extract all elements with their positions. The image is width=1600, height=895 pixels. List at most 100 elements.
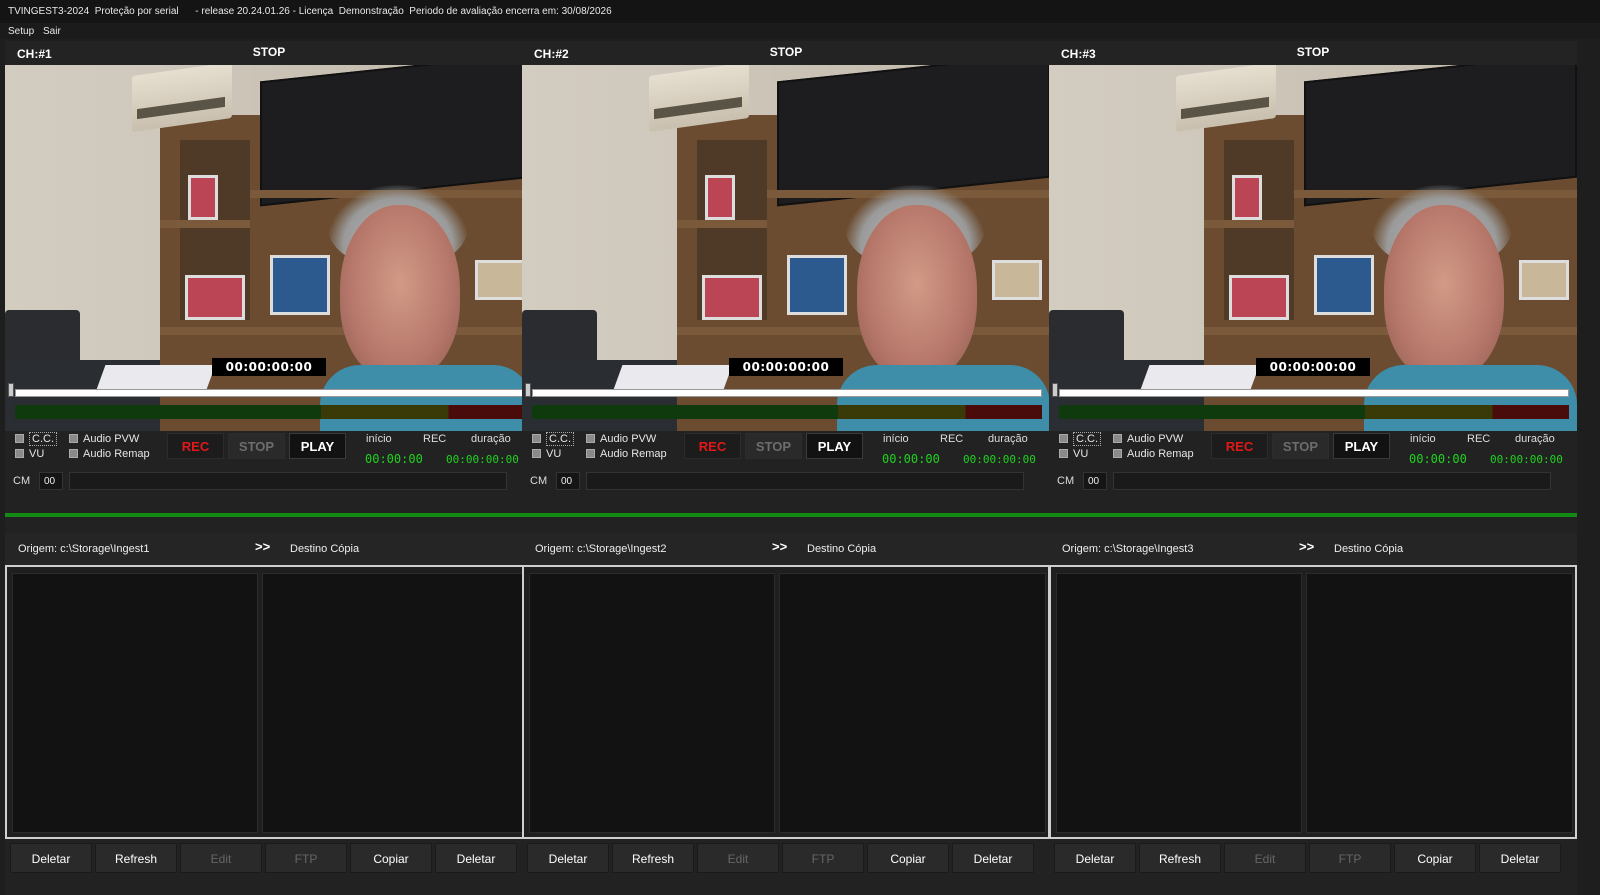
cm-input[interactable]: 00 xyxy=(1083,472,1107,490)
play-button[interactable]: PLAY xyxy=(806,433,863,459)
channel-panel-3: CH:#3 STOP 00:00:00:00 C.C. VU Audio PVW… xyxy=(1049,41,1577,895)
audio-remap-checkbox[interactable]: Audio Remap xyxy=(586,448,667,460)
rec-time-label: REC xyxy=(1467,433,1491,445)
rec-button[interactable]: REC xyxy=(1211,433,1268,459)
origin-file-list[interactable] xyxy=(529,573,775,833)
vu-label: VU xyxy=(29,448,45,460)
ftp-button[interactable]: FTP xyxy=(782,843,864,873)
vu-checkbox[interactable]: VU xyxy=(1059,448,1088,460)
seek-bar[interactable] xyxy=(15,389,525,397)
audio-remap-label: Audio Remap xyxy=(600,448,667,460)
destination-file-list[interactable] xyxy=(1306,573,1573,833)
origin-row: Origem: c:\Storage\Ingest1 >> Destino Có… xyxy=(5,533,533,565)
refresh-button[interactable]: Refresh xyxy=(612,843,694,873)
cc-label: C.C. xyxy=(546,432,574,446)
destination-file-list[interactable] xyxy=(262,573,529,833)
cc-checkbox[interactable]: C.C. xyxy=(1059,432,1101,446)
vu-checkbox[interactable]: VU xyxy=(532,448,561,460)
copy-arrows-button[interactable]: >> xyxy=(772,539,787,554)
origem-path: Origem: c:\Storage\Ingest1 xyxy=(18,543,150,555)
stop-button[interactable]: STOP xyxy=(228,433,285,459)
cm-input[interactable]: 00 xyxy=(39,472,63,490)
seek-bar[interactable] xyxy=(1059,389,1569,397)
vu-checkbox[interactable]: VU xyxy=(15,448,44,460)
inicio-value: 00:00:00 xyxy=(882,452,940,466)
timecode-display: 00:00:00:00 xyxy=(211,358,327,376)
duracao-label: duração xyxy=(471,433,511,445)
refresh-button[interactable]: Refresh xyxy=(95,843,177,873)
vu-label: VU xyxy=(546,448,562,460)
timecode-display: 00:00:00:00 xyxy=(728,358,844,376)
seek-handle[interactable] xyxy=(8,383,14,397)
cm-label: CM xyxy=(1057,475,1075,487)
duracao-value: 00:00:00:00 xyxy=(446,453,519,466)
ftp-button[interactable]: FTP xyxy=(1309,843,1391,873)
copy-button[interactable]: Copiar xyxy=(867,843,949,873)
seek-handle[interactable] xyxy=(1052,383,1058,397)
file-panel xyxy=(5,565,533,839)
vu-meter xyxy=(15,405,525,419)
cc-checkbox[interactable]: C.C. xyxy=(15,432,57,446)
origin-row: Origem: c:\Storage\Ingest3 >> Destino Có… xyxy=(1049,533,1577,565)
copy-arrows-button[interactable]: >> xyxy=(255,539,270,554)
audio-remap-checkbox[interactable]: Audio Remap xyxy=(69,448,150,460)
copy-button[interactable]: Copiar xyxy=(350,843,432,873)
destino-label: Destino Cópia xyxy=(1334,543,1404,555)
file-panel xyxy=(522,565,1050,839)
cm-bar[interactable] xyxy=(69,472,507,490)
delete-button[interactable]: Deletar xyxy=(10,843,92,873)
delete-button[interactable]: Deletar xyxy=(527,843,609,873)
audio-remap-checkbox[interactable]: Audio Remap xyxy=(1113,448,1194,460)
channel-panel-1: CH:#1 STOP 00:00:00:00 C.C. VU Audio PVW… xyxy=(5,41,533,895)
audio-pvw-label: Audio PVW xyxy=(83,433,140,445)
stop-button[interactable]: STOP xyxy=(1272,433,1329,459)
audio-remap-label: Audio Remap xyxy=(1127,448,1194,460)
duracao-label: duração xyxy=(1515,433,1555,445)
rec-button[interactable]: REC xyxy=(684,433,741,459)
origem-path: Origem: c:\Storage\Ingest2 xyxy=(535,543,667,555)
inicio-value: 00:00:00 xyxy=(365,452,423,466)
cc-checkbox[interactable]: C.C. xyxy=(532,432,574,446)
origin-file-list[interactable] xyxy=(1056,573,1302,833)
delete-destination-button[interactable]: Deletar xyxy=(435,843,517,873)
destino-label: Destino Cópia xyxy=(807,543,877,555)
rec-button[interactable]: REC xyxy=(167,433,224,459)
stop-button[interactable]: STOP xyxy=(745,433,802,459)
inicio-label: início xyxy=(366,433,392,445)
video-preview: 00:00:00:00 xyxy=(5,65,533,431)
menu-sair[interactable]: Sair xyxy=(43,26,61,37)
audio-pvw-checkbox[interactable]: Audio PVW xyxy=(69,433,139,445)
seek-handle[interactable] xyxy=(525,383,531,397)
menu-setup[interactable]: Setup xyxy=(8,26,34,37)
copy-arrows-button[interactable]: >> xyxy=(1299,539,1314,554)
channel-state: STOP xyxy=(252,45,286,59)
audio-pvw-checkbox[interactable]: Audio PVW xyxy=(586,433,656,445)
vu-label: VU xyxy=(1073,448,1089,460)
copy-button[interactable]: Copiar xyxy=(1394,843,1476,873)
cm-input[interactable]: 00 xyxy=(556,472,580,490)
delete-destination-button[interactable]: Deletar xyxy=(952,843,1034,873)
play-button[interactable]: PLAY xyxy=(289,433,346,459)
ftp-button[interactable]: FTP xyxy=(265,843,347,873)
audio-pvw-checkbox[interactable]: Audio PVW xyxy=(1113,433,1183,445)
status-line xyxy=(522,513,1050,517)
delete-destination-button[interactable]: Deletar xyxy=(1479,843,1561,873)
channel-header: CH:#3 STOP xyxy=(1049,41,1577,65)
seek-bar[interactable] xyxy=(532,389,1042,397)
timecode-display: 00:00:00:00 xyxy=(1255,358,1371,376)
origin-file-list[interactable] xyxy=(12,573,258,833)
play-button[interactable]: PLAY xyxy=(1333,433,1390,459)
vu-meter xyxy=(1059,405,1569,419)
destino-label: Destino Cópia xyxy=(290,543,360,555)
checkbox-icon xyxy=(1113,434,1122,443)
cm-bar[interactable] xyxy=(1113,472,1551,490)
checkbox-icon xyxy=(69,449,78,458)
edit-button[interactable]: Edit xyxy=(697,843,779,873)
delete-button[interactable]: Deletar xyxy=(1054,843,1136,873)
inicio-value: 00:00:00 xyxy=(1409,452,1467,466)
refresh-button[interactable]: Refresh xyxy=(1139,843,1221,873)
edit-button[interactable]: Edit xyxy=(180,843,262,873)
destination-file-list[interactable] xyxy=(779,573,1046,833)
edit-button[interactable]: Edit xyxy=(1224,843,1306,873)
cm-bar[interactable] xyxy=(586,472,1024,490)
